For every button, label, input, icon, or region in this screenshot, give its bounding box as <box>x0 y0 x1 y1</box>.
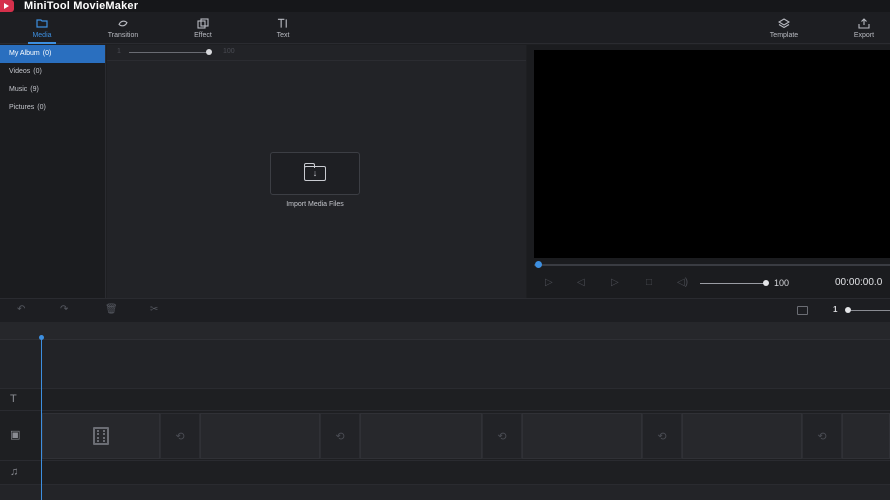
thumbnail-zoom-bar: 1 100 <box>107 45 526 61</box>
volume-value: 100 <box>774 278 790 288</box>
volume-slider[interactable] <box>700 283 766 284</box>
import-media-label: Import Media Files <box>286 201 344 208</box>
timeline-zoom-slider[interactable] <box>851 310 890 311</box>
import-folder-icon <box>303 163 326 181</box>
tab-effect[interactable]: Effect <box>186 12 220 44</box>
sidebar-item-videos[interactable]: Videos (0) <box>0 63 105 81</box>
main-toolbar: Media Transition Effect Text Template Ex… <box>0 12 890 44</box>
tab-text[interactable]: Text <box>268 12 298 44</box>
sidebar-item-count: (0) <box>33 68 42 75</box>
layers-icon <box>778 17 790 29</box>
effect-icon <box>197 17 209 29</box>
playhead-handle[interactable] <box>39 335 44 340</box>
sidebar-item-label: Pictures <box>9 104 35 111</box>
video-overlay-track[interactable] <box>0 340 890 388</box>
film-track-icon: ▣ <box>10 429 21 441</box>
film-icon <box>93 427 109 445</box>
zoom-max-label: 100 <box>223 48 235 55</box>
text-track[interactable]: T <box>0 388 890 410</box>
tab-media[interactable]: Media <box>22 12 62 44</box>
music-track[interactable]: ♫ <box>0 460 890 484</box>
clip-slot[interactable] <box>522 413 642 459</box>
sidebar-item-music[interactable]: Music (9) <box>0 81 105 99</box>
sidebar-item-count: (0) <box>37 104 46 111</box>
clip-slot[interactable] <box>682 413 802 459</box>
template-label: Template <box>769 32 799 39</box>
template-button[interactable]: Template <box>762 12 806 44</box>
volume-handle[interactable] <box>763 280 769 286</box>
seek-bar[interactable] <box>534 264 890 266</box>
sidebar-item-count: (9) <box>30 86 39 93</box>
tab-effect-label: Effect <box>194 32 212 39</box>
transition-slot-icon[interactable]: ⟲ <box>482 413 522 459</box>
next-frame-icon[interactable]: ▷ <box>611 277 619 288</box>
transition-icon <box>117 17 129 29</box>
sidebar-item-pictures[interactable]: Pictures (0) <box>0 99 105 117</box>
media-sidebar: My Album (0) Videos (0) Music (9) Pictures(… <box>0 45 106 298</box>
delete-icon[interactable]: 🗑 <box>105 304 118 315</box>
volume-icon[interactable]: ◁) <box>677 277 688 288</box>
tab-transition-label: Transition <box>107 32 139 39</box>
tab-text-label: Text <box>276 32 290 39</box>
timeline-zoom-value: 1 <box>833 305 838 314</box>
transition-slot-icon[interactable]: ⟲ <box>320 413 360 459</box>
export-button[interactable]: Export <box>846 12 882 44</box>
clip-slot[interactable] <box>842 413 890 459</box>
title-bar: MiniTool MovieMaker <box>0 0 890 12</box>
timeline-toolbar: ↶ ↷ 🗑 ✂ 1 <box>0 298 890 322</box>
playhead[interactable] <box>41 337 42 500</box>
sidebar-item-my-album[interactable]: My Album (0) <box>0 45 105 63</box>
clip-slot[interactable] <box>360 413 482 459</box>
text-icon <box>277 17 289 29</box>
video-track[interactable]: ▣ ⟲ ⟲ ⟲ ⟲ ⟲ <box>0 410 890 460</box>
preview-player: ▷ ◁ ▷ □ ◁) 100 00:00:00.0 <box>527 45 890 298</box>
timeline-footer <box>0 484 890 500</box>
sidebar-item-label: My Album <box>9 50 40 57</box>
tab-transition[interactable]: Transition <box>100 12 146 44</box>
timeline-ruler[interactable] <box>0 322 890 340</box>
sidebar-item-label: Videos <box>9 68 31 75</box>
sidebar-item-label: Music <box>9 86 28 93</box>
preview-screen <box>534 50 890 258</box>
transition-slot-icon[interactable]: ⟲ <box>642 413 682 459</box>
import-media-button[interactable] <box>270 152 360 195</box>
text-track-icon: T <box>10 393 17 405</box>
play-icon[interactable]: ▷ <box>545 277 553 288</box>
app-title: MiniTool MovieMaker <box>24 0 139 12</box>
transition-slot-icon[interactable]: ⟲ <box>160 413 200 459</box>
media-library-panel: 1 100 Import Media Files <box>107 45 526 298</box>
thumbnail-zoom-slider[interactable] <box>129 52 211 53</box>
folder-icon <box>36 17 48 29</box>
thumbnail-zoom-handle[interactable] <box>206 49 212 55</box>
music-note-icon: ♫ <box>10 466 19 478</box>
undo-icon[interactable]: ↶ <box>17 304 25 315</box>
tab-media-label: Media <box>32 32 52 39</box>
sidebar-item-count: (0) <box>42 50 52 57</box>
fit-timeline-icon[interactable] <box>797 306 808 315</box>
app-logo-icon <box>0 0 14 12</box>
stop-icon[interactable]: □ <box>646 277 652 288</box>
export-label: Export <box>853 32 875 39</box>
transition-slot-icon[interactable]: ⟲ <box>802 413 842 459</box>
previous-frame-icon[interactable]: ◁ <box>577 277 585 288</box>
zoom-min-label: 1 <box>117 48 121 55</box>
clip-slot[interactable] <box>42 413 160 459</box>
seek-handle[interactable] <box>535 261 542 268</box>
split-icon[interactable]: ✂ <box>150 304 158 315</box>
clip-slot[interactable] <box>200 413 320 459</box>
timecode: 00:00:00.0 <box>835 277 883 288</box>
export-icon <box>858 17 870 29</box>
redo-icon[interactable]: ↷ <box>60 304 68 315</box>
